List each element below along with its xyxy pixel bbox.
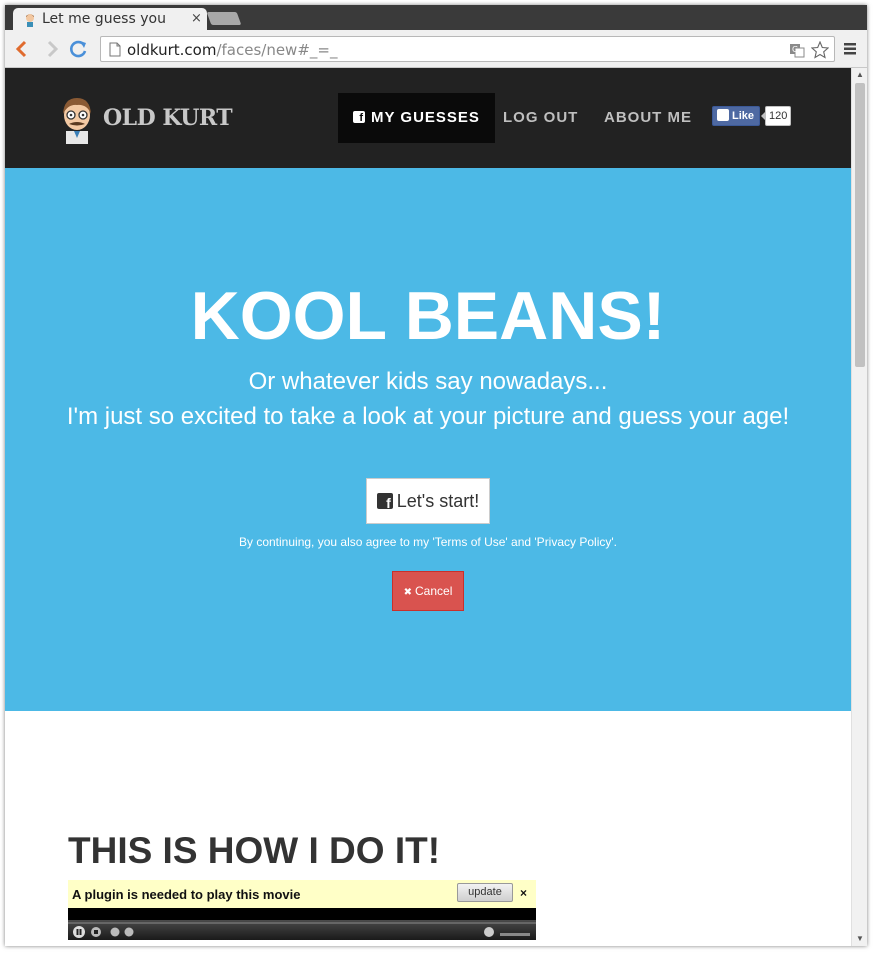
page-viewport: OLD KURT MY GUESSES LOG OUT ABOUT ME Lik… <box>5 68 851 946</box>
reload-icon[interactable] <box>69 39 89 59</box>
browser-toolbar: oldkurt.com/faces/new#_=_ G <box>5 30 867 68</box>
scroll-up-icon[interactable]: ▲ <box>856 70 864 79</box>
terms-notice: By continuing, you also agree to my 'Ter… <box>239 535 617 549</box>
plugin-update-button[interactable]: update <box>457 883 513 902</box>
bookmark-star-icon[interactable] <box>811 41 829 59</box>
scrollbar-thumb[interactable] <box>855 83 865 367</box>
address-bar[interactable]: oldkurt.com/faces/new#_=_ G <box>100 36 835 62</box>
nav-my-guesses-label: MY GUESSES <box>371 109 480 126</box>
facebook-like-count: 120 <box>760 106 792 126</box>
tab-strip: Let me guess you × <box>5 5 867 30</box>
nav-my-guesses[interactable]: MY GUESSES <box>338 93 495 143</box>
svg-text:G: G <box>792 45 798 54</box>
hero-section: KOOL BEANS! Or whatever kids say nowaday… <box>5 168 851 711</box>
browser-window: Let me guess you × oldkurt.com/faces/new… <box>5 5 867 946</box>
url-text[interactable]: oldkurt.com/faces/new#_=_ <box>127 41 337 59</box>
lets-start-label: Let's start! <box>396 491 480 511</box>
old-kurt-logo-icon <box>63 98 91 144</box>
back-arrow-icon[interactable] <box>12 39 32 59</box>
page-icon <box>109 42 121 57</box>
page-scrollbar[interactable]: ▲ ▼ <box>851 68 867 946</box>
tab-title: Let me guess you <box>42 11 166 27</box>
player-controls <box>68 920 536 940</box>
browser-tab[interactable]: Let me guess you × <box>13 8 207 30</box>
scroll-down-icon[interactable]: ▼ <box>856 934 864 943</box>
video-embed[interactable]: A plugin is needed to play this movie up… <box>68 880 536 946</box>
translate-icon[interactable]: G <box>788 41 806 59</box>
cancel-label: Cancel <box>415 584 453 598</box>
plugin-message: A plugin is needed to play this movie <box>72 887 301 902</box>
hero-subtitle: Or whatever kids say nowadays... I'm jus… <box>65 364 791 434</box>
hero-subtitle-line1: Or whatever kids say nowadays... <box>248 368 608 395</box>
nav-about-me[interactable]: ABOUT ME <box>604 93 692 143</box>
facebook-icon <box>353 111 365 124</box>
plugin-close-icon[interactable]: × <box>520 886 527 900</box>
facebook-icon <box>376 493 393 511</box>
facebook-like-label: Like <box>732 110 755 122</box>
facebook-icon <box>717 107 729 123</box>
hero-subtitle-line2: I'm just so excited to take a look at yo… <box>66 403 790 430</box>
close-icon: ✖ <box>403 587 413 598</box>
nav-log-out[interactable]: LOG OUT <box>503 93 578 143</box>
lets-start-button[interactable]: Let's start! <box>366 478 490 524</box>
menu-icon[interactable] <box>843 42 857 56</box>
plugin-missing-bar: A plugin is needed to play this movie up… <box>68 880 536 908</box>
brand-name: OLD KURT <box>103 105 233 131</box>
site-navbar: OLD KURT MY GUESSES LOG OUT ABOUT ME Lik… <box>5 68 851 168</box>
video-player[interactable] <box>68 908 536 940</box>
old-kurt-favicon-icon <box>26 14 34 27</box>
forward-arrow-icon[interactable] <box>42 39 62 59</box>
section-title: THIS IS HOW I DO IT! <box>68 830 441 871</box>
player-controls-icons <box>68 922 536 938</box>
new-tab-button[interactable] <box>206 12 242 25</box>
tab-close-icon[interactable]: × <box>191 11 202 26</box>
facebook-like-button[interactable]: Like <box>712 106 760 126</box>
hero-title: KOOL BEANS! <box>190 278 666 354</box>
cancel-button[interactable]: ✖ Cancel <box>392 571 464 611</box>
